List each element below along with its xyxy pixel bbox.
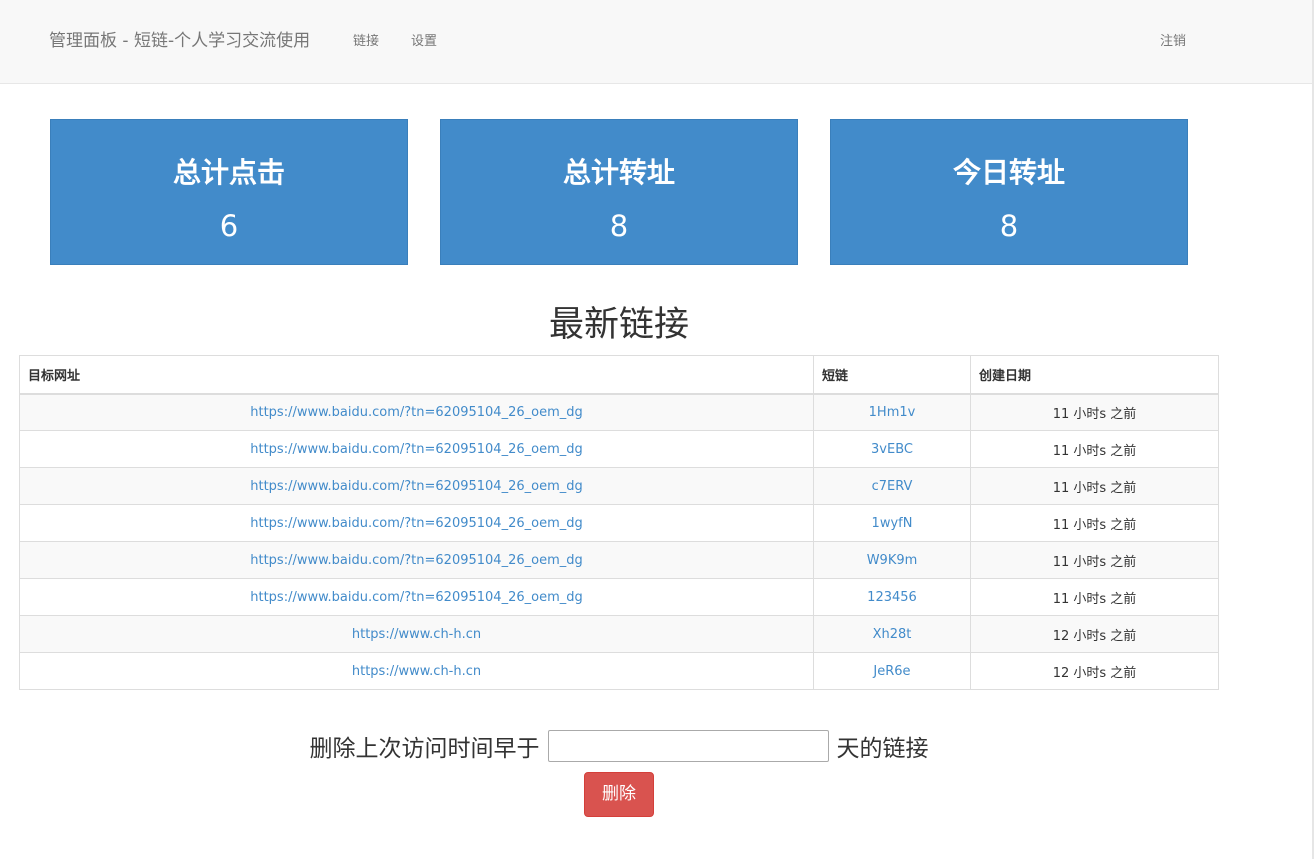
cell-created-date: 11 小时s 之前	[970, 467, 1219, 505]
cell-created-date: 11 小时s 之前	[970, 393, 1219, 431]
target-url-link[interactable]: https://www.baidu.com/?tn=62095104_26_oe…	[250, 553, 583, 568]
cell-target-url: https://www.ch-h.cn	[19, 652, 814, 690]
target-url-link[interactable]: https://www.ch-h.cn	[352, 664, 481, 679]
delete-form-suffix: 天的链接	[836, 736, 929, 762]
short-link[interactable]: c7ERV	[872, 479, 913, 494]
target-url-link[interactable]: https://www.baidu.com/?tn=62095104_26_oe…	[250, 590, 583, 605]
stat-title: 总计转址	[562, 156, 675, 189]
links-table: 目标网址 短链 创建日期 https://www.baidu.com/?tn=6…	[19, 355, 1219, 690]
cell-short-link: 123456	[813, 578, 971, 616]
delete-form-prefix: 删除上次访问时间早于	[309, 736, 540, 762]
cell-target-url: https://www.baidu.com/?tn=62095104_26_oe…	[19, 541, 814, 579]
cell-created-date: 11 小时s 之前	[970, 504, 1219, 542]
cell-created-date: 12 小时s 之前	[970, 615, 1219, 653]
cell-short-link: 1Hm1v	[813, 393, 971, 431]
short-link[interactable]: 3vEBC	[871, 442, 913, 457]
target-url-link[interactable]: https://www.baidu.com/?tn=62095104_26_oe…	[250, 405, 583, 420]
header-short-link: 短链	[813, 355, 971, 395]
short-link[interactable]: 1wyfN	[872, 516, 913, 531]
short-link[interactable]: 1Hm1v	[869, 405, 916, 420]
delete-form: 删除上次访问时间早于 天的链接	[0, 728, 1238, 764]
short-link[interactable]: W9K9m	[867, 553, 918, 568]
table-row: https://www.baidu.com/?tn=62095104_26_oe…	[19, 504, 1219, 542]
cell-short-link: 3vEBC	[813, 430, 971, 468]
short-link[interactable]: JeR6e	[873, 664, 910, 679]
cell-target-url: https://www.ch-h.cn	[19, 615, 814, 653]
cell-created-date: 11 小时s 之前	[970, 430, 1219, 468]
nav-link-links[interactable]: 链接	[353, 30, 379, 49]
table-row: https://www.baidu.com/?tn=62095104_26_oe…	[19, 541, 1219, 579]
cell-target-url: https://www.baidu.com/?tn=62095104_26_oe…	[19, 578, 814, 616]
stat-card-today-redirects: 今日转址 8	[830, 119, 1188, 265]
delete-button[interactable]: 删除	[584, 772, 654, 817]
navbar-brand[interactable]: 管理面板 - 短链-个人学习交流使用	[49, 26, 310, 51]
target-url-link[interactable]: https://www.baidu.com/?tn=62095104_26_oe…	[250, 479, 583, 494]
cell-short-link: 1wyfN	[813, 504, 971, 542]
nav-link-settings[interactable]: 设置	[411, 30, 437, 49]
stat-value: 6	[219, 209, 239, 243]
cell-target-url: https://www.baidu.com/?tn=62095104_26_oe…	[19, 467, 814, 505]
stat-value: 8	[609, 209, 629, 243]
stat-value: 8	[999, 209, 1019, 243]
table-row: https://www.ch-h.cn JeR6e 12 小时s 之前	[19, 652, 1219, 690]
cell-short-link: W9K9m	[813, 541, 971, 579]
cell-created-date: 11 小时s 之前	[970, 578, 1219, 616]
header-target-url: 目标网址	[19, 355, 814, 395]
table-row: https://www.baidu.com/?tn=62095104_26_oe…	[19, 578, 1219, 616]
target-url-link[interactable]: https://www.baidu.com/?tn=62095104_26_oe…	[250, 516, 583, 531]
table-row: https://www.baidu.com/?tn=62095104_26_oe…	[19, 430, 1219, 468]
top-navbar: 管理面板 - 短链-个人学习交流使用 链接 设置 注销	[0, 0, 1314, 84]
table-row: https://www.baidu.com/?tn=62095104_26_oe…	[19, 467, 1219, 505]
cell-short-link: JeR6e	[813, 652, 971, 690]
cell-target-url: https://www.baidu.com/?tn=62095104_26_oe…	[19, 504, 814, 542]
header-created-date: 创建日期	[970, 355, 1219, 395]
nav-link-logout[interactable]: 注销	[1160, 30, 1186, 49]
short-link[interactable]: Xh28t	[873, 627, 912, 642]
cell-short-link: Xh28t	[813, 615, 971, 653]
stat-title: 总计点击	[172, 156, 285, 189]
stat-card-total-clicks: 总计点击 6	[50, 119, 408, 265]
links-table-body: https://www.baidu.com/?tn=62095104_26_oe…	[19, 393, 1219, 690]
stat-title: 今日转址	[952, 156, 1065, 189]
days-input[interactable]	[547, 730, 829, 762]
table-header-row: 目标网址 短链 创建日期	[19, 355, 1219, 395]
cell-target-url: https://www.baidu.com/?tn=62095104_26_oe…	[19, 393, 814, 431]
cell-created-date: 12 小时s 之前	[970, 652, 1219, 690]
cell-created-date: 11 小时s 之前	[970, 541, 1219, 579]
target-url-link[interactable]: https://www.baidu.com/?tn=62095104_26_oe…	[250, 442, 583, 457]
short-link[interactable]: 123456	[867, 590, 917, 605]
stat-card-total-redirects: 总计转址 8	[440, 119, 798, 265]
table-row: https://www.baidu.com/?tn=62095104_26_oe…	[19, 393, 1219, 431]
cell-short-link: c7ERV	[813, 467, 971, 505]
target-url-link[interactable]: https://www.ch-h.cn	[352, 627, 481, 642]
cell-target-url: https://www.baidu.com/?tn=62095104_26_oe…	[19, 430, 814, 468]
table-row: https://www.ch-h.cn Xh28t 12 小时s 之前	[19, 615, 1219, 653]
section-title-latest-links: 最新链接	[548, 305, 689, 345]
